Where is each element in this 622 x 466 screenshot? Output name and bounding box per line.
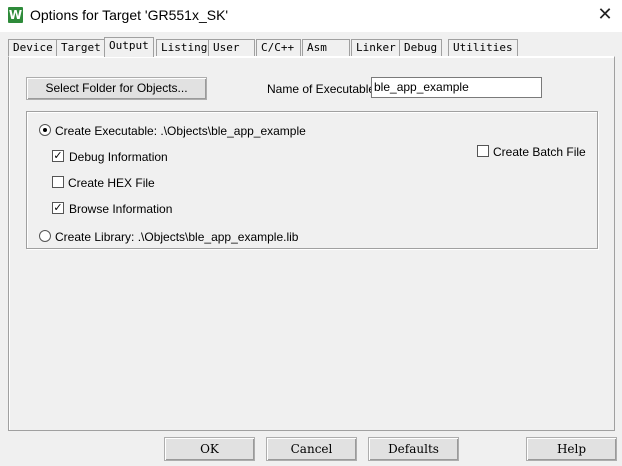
- tab-listing[interactable]: Listing: [156, 39, 213, 56]
- window-title: Options for Target 'GR551x_SK': [30, 7, 229, 23]
- create-library-radio[interactable]: [39, 230, 51, 242]
- tab-debug[interactable]: Debug: [399, 39, 443, 56]
- keil-app-icon: W: [8, 7, 23, 23]
- select-folder-button[interactable]: Select Folder for Objects...: [26, 77, 207, 100]
- tab-linker[interactable]: Linker: [351, 39, 401, 56]
- tab-output[interactable]: Output: [104, 37, 154, 57]
- close-icon[interactable]: ✕: [588, 0, 622, 30]
- title-bar: W Options for Target 'GR551x_SK' ✕: [0, 0, 622, 32]
- tab-c-cpp[interactable]: C/C++: [256, 39, 301, 56]
- tab-user[interactable]: User: [208, 39, 255, 56]
- create-hex-file-checkbox[interactable]: [52, 176, 64, 188]
- create-executable-label: Create Executable: .\Objects\ble_app_exa…: [55, 124, 306, 138]
- tab-device[interactable]: Device: [8, 39, 58, 56]
- ok-button[interactable]: OK: [164, 437, 255, 461]
- tab-asm[interactable]: Asm: [302, 39, 350, 56]
- defaults-button[interactable]: Defaults: [368, 437, 459, 461]
- name-of-executable-label: Name of Executable:: [267, 82, 379, 96]
- browse-information-checkbox[interactable]: ✓: [52, 202, 64, 214]
- browse-information-label: Browse Information: [69, 202, 173, 216]
- debug-information-checkbox[interactable]: ✓: [52, 150, 64, 162]
- debug-information-label: Debug Information: [69, 150, 168, 164]
- create-batch-file-checkbox[interactable]: [477, 145, 489, 157]
- create-hex-file-label: Create HEX File: [68, 176, 155, 190]
- create-executable-radio[interactable]: [39, 124, 51, 136]
- create-library-label: Create Library: .\Objects\ble_app_exampl…: [55, 230, 299, 244]
- name-of-executable-input[interactable]: ble_app_example: [371, 77, 542, 98]
- tab-target[interactable]: Target: [56, 39, 106, 56]
- help-button[interactable]: Help: [526, 437, 617, 461]
- cancel-button[interactable]: Cancel: [266, 437, 357, 461]
- tab-utilities[interactable]: Utilities: [448, 39, 518, 56]
- create-batch-file-label: Create Batch File: [493, 145, 586, 159]
